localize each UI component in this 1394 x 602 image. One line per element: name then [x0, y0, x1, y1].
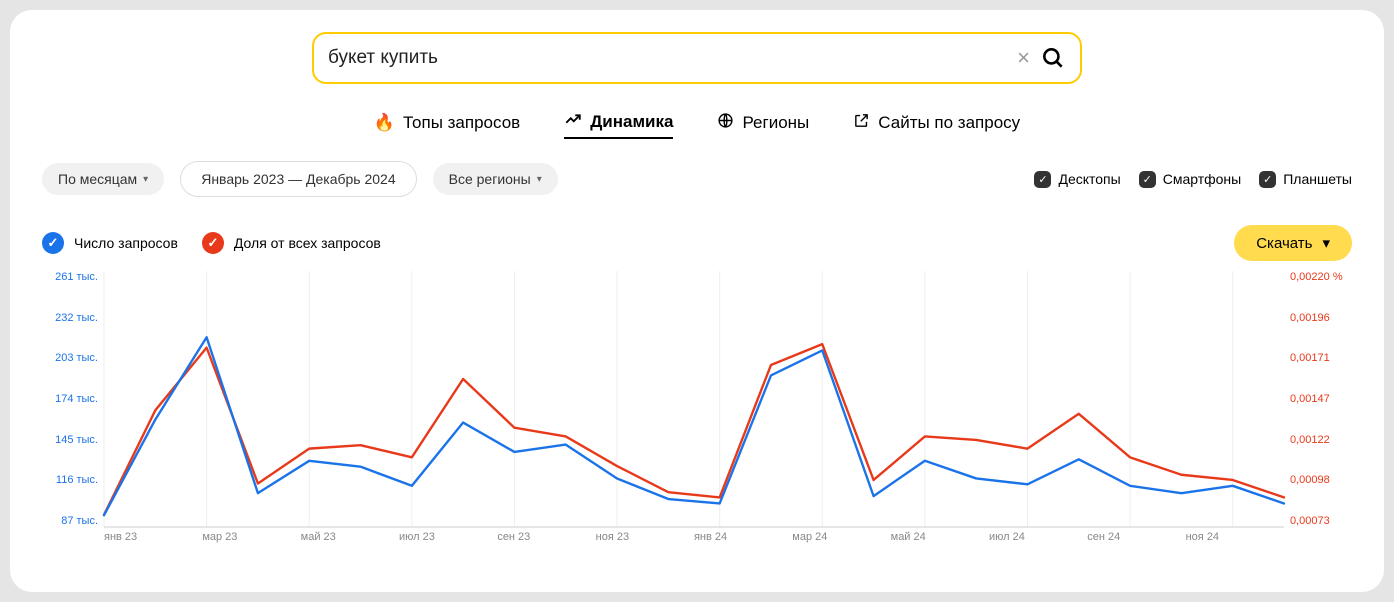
x-tick: июл 23 — [399, 531, 497, 551]
tab-dynamics[interactable]: Динамика — [564, 110, 673, 139]
region-label: Все регионы — [449, 171, 531, 187]
date-range-selector[interactable]: Январь 2023 — Декабрь 2024 — [180, 161, 416, 197]
x-axis: янв 23мар 23май 23июл 23сен 23ноя 23янв … — [104, 531, 1284, 551]
y-tick-left: 203 тыс. — [42, 352, 98, 364]
x-tick: ноя 23 — [596, 531, 694, 551]
check-icon: ✓ — [1259, 171, 1276, 188]
y-tick-left: 145 тыс. — [42, 434, 98, 446]
search-input[interactable] — [328, 47, 1007, 69]
check-label: Планшеты — [1283, 171, 1352, 187]
y-tick-right: 0,00171 — [1290, 352, 1352, 364]
y-tick-right: 0,00196 — [1290, 312, 1352, 324]
wordstat-card: × 🔥 Топы запросов Динамика Регионы — [10, 10, 1384, 592]
x-tick: сен 23 — [497, 531, 595, 551]
legend-label: Число запросов — [74, 235, 178, 251]
check-icon: ✓ — [1139, 171, 1156, 188]
period-selector[interactable]: По месяцам ▾ — [42, 163, 164, 195]
tab-label: Динамика — [590, 112, 673, 132]
y-axis-right: 0,00220 % 0,00196 0,00171 0,00147 0,00122 0,0… — [1290, 271, 1352, 527]
flame-icon: 🔥 — [374, 113, 395, 133]
globe-icon — [717, 112, 734, 134]
download-label: Скачать — [1256, 235, 1312, 252]
chevron-down-icon: ▾ — [143, 174, 148, 185]
check-circle-icon: ✓ — [42, 232, 64, 254]
x-tick: янв 23 — [104, 531, 202, 551]
tab-label: Топы запросов — [403, 113, 520, 133]
check-label: Смартфоны — [1163, 171, 1242, 187]
search-row: × — [42, 32, 1352, 84]
range-label: Январь 2023 — Декабрь 2024 — [201, 171, 395, 187]
period-label: По месяцам — [58, 171, 137, 187]
y-tick-left: 174 тыс. — [42, 393, 98, 405]
y-tick-left: 232 тыс. — [42, 312, 98, 324]
tab-label: Регионы — [742, 113, 809, 133]
search-icon[interactable] — [1040, 45, 1066, 71]
y-tick-right: 0,00122 — [1290, 434, 1352, 446]
x-tick: июл 24 — [989, 531, 1087, 551]
x-tick: мар 23 — [202, 531, 300, 551]
check-tablet[interactable]: ✓ Планшеты — [1259, 171, 1352, 188]
check-phone[interactable]: ✓ Смартфоны — [1139, 171, 1242, 188]
tab-sites[interactable]: Сайты по запросу — [853, 110, 1020, 139]
y-tick-left: 116 тыс. — [42, 474, 98, 486]
y-tick-right: 0,00147 — [1290, 393, 1352, 405]
x-tick: май 24 — [891, 531, 989, 551]
filters-row: По месяцам ▾ Январь 2023 — Декабрь 2024 … — [42, 161, 1352, 197]
y-axis-left: 261 тыс. 232 тыс. 203 тыс. 174 тыс. 145 тыс.… — [42, 271, 98, 527]
check-desktop[interactable]: ✓ Десктопы — [1034, 171, 1120, 188]
chart-svg — [104, 271, 1284, 527]
legend-item-requests[interactable]: ✓ Число запросов — [42, 232, 178, 254]
external-link-icon — [853, 112, 870, 134]
tab-regions[interactable]: Регионы — [717, 110, 809, 139]
x-tick: мар 24 — [792, 531, 890, 551]
tab-tops[interactable]: 🔥 Топы запросов — [374, 110, 520, 139]
check-label: Десктопы — [1058, 171, 1120, 187]
x-tick: янв 24 — [694, 531, 792, 551]
y-tick-right: 0,00220 % — [1290, 271, 1352, 283]
y-tick-right: 0,00098 — [1290, 474, 1352, 486]
chart: 261 тыс. 232 тыс. 203 тыс. 174 тыс. 145 тыс.… — [42, 271, 1352, 551]
tabs: 🔥 Топы запросов Динамика Регионы Сайты п… — [42, 110, 1352, 139]
chevron-down-icon: ▾ — [1322, 234, 1330, 252]
check-circle-icon: ✓ — [202, 232, 224, 254]
device-checks: ✓ Десктопы ✓ Смартфоны ✓ Планшеты — [1034, 171, 1352, 188]
legend-row: ✓ Число запросов ✓ Доля от всех запросов… — [42, 225, 1352, 261]
legend-label: Доля от всех запросов — [234, 235, 381, 251]
y-tick-left: 261 тыс. — [42, 271, 98, 283]
download-button[interactable]: Скачать ▾ — [1234, 225, 1352, 261]
clear-icon[interactable]: × — [1007, 45, 1040, 71]
x-tick: май 23 — [301, 531, 399, 551]
check-icon: ✓ — [1034, 171, 1051, 188]
y-tick-right: 0,00073 — [1290, 515, 1352, 527]
tab-label: Сайты по запросу — [878, 113, 1020, 133]
trend-icon — [564, 110, 582, 133]
plot-area — [104, 271, 1284, 527]
x-tick: сен 24 — [1087, 531, 1185, 551]
y-tick-left: 87 тыс. — [42, 515, 98, 527]
legend-item-share[interactable]: ✓ Доля от всех запросов — [202, 232, 381, 254]
x-tick: ноя 24 — [1186, 531, 1284, 551]
search-bar: × — [312, 32, 1082, 84]
region-selector[interactable]: Все регионы ▾ — [433, 163, 558, 195]
chevron-down-icon: ▾ — [537, 174, 542, 185]
